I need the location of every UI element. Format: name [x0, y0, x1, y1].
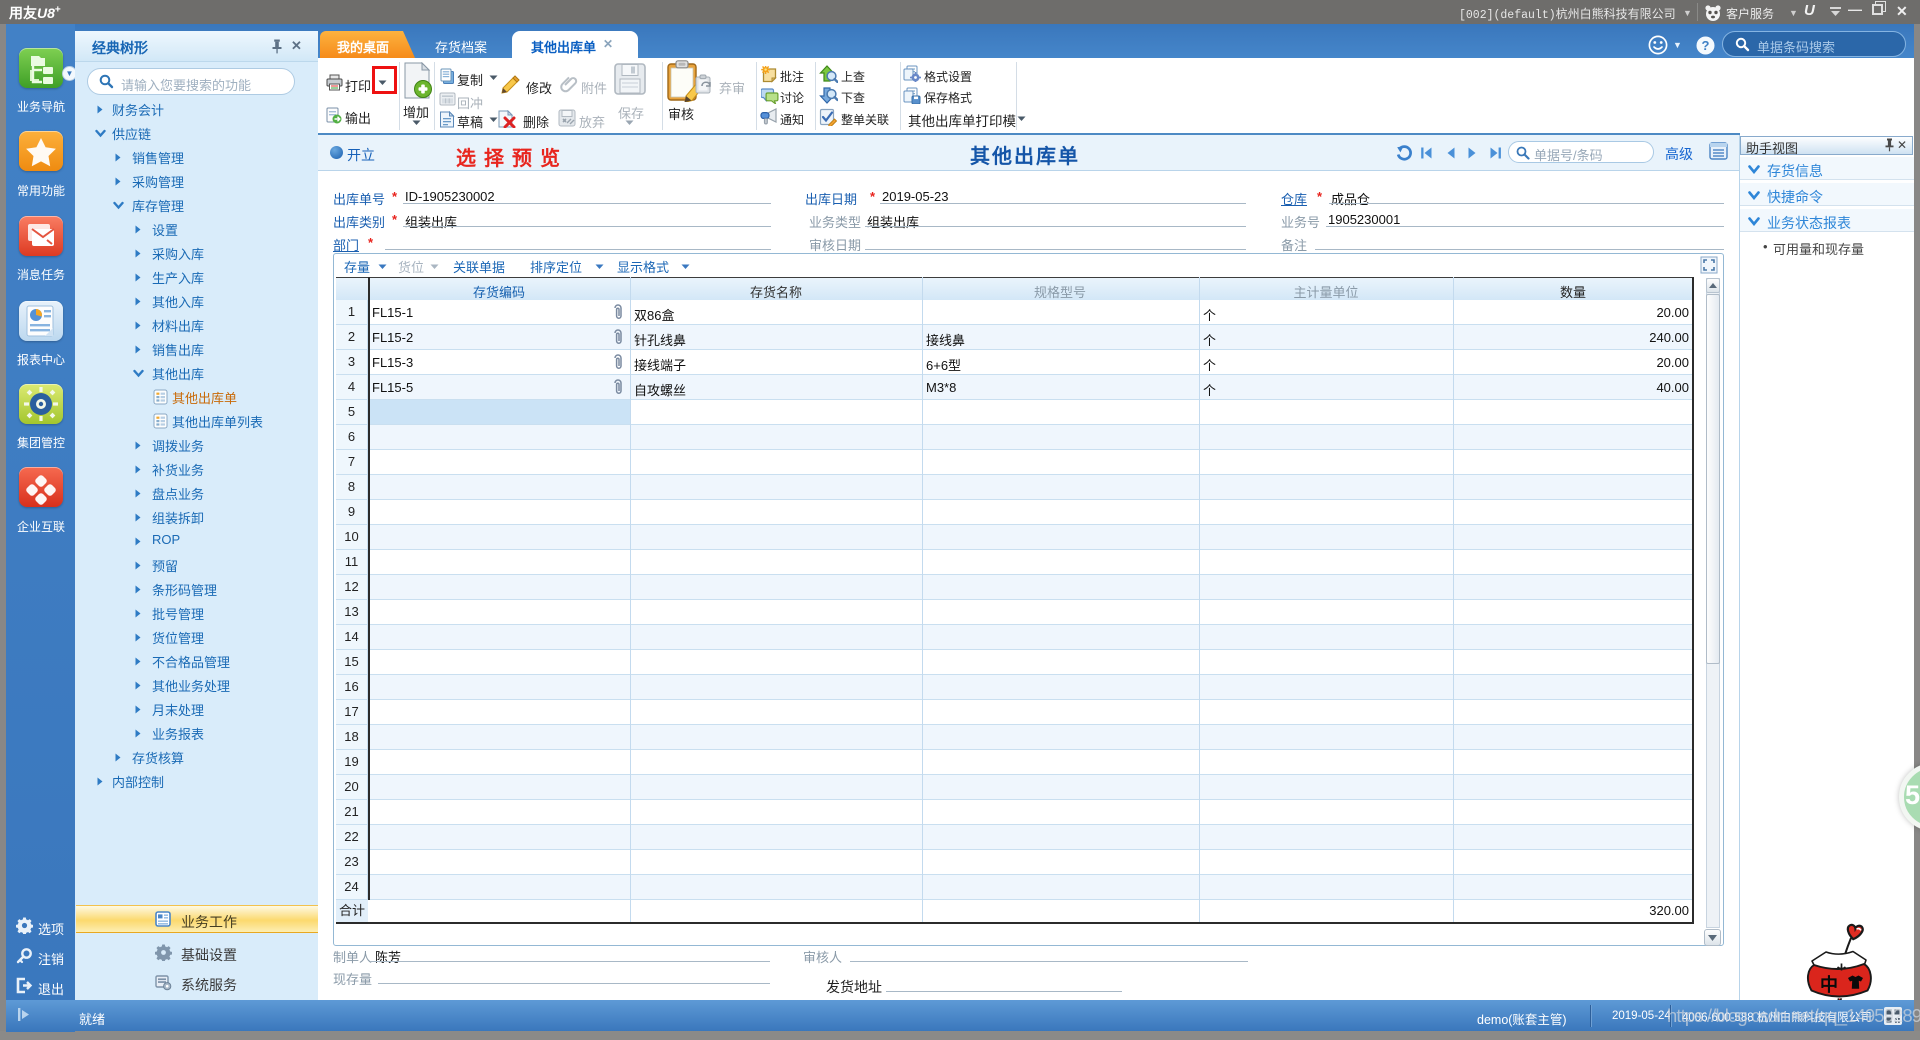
svg-text:?: ?: [1702, 38, 1710, 53]
svg-text:中: 中: [1820, 974, 1838, 995]
